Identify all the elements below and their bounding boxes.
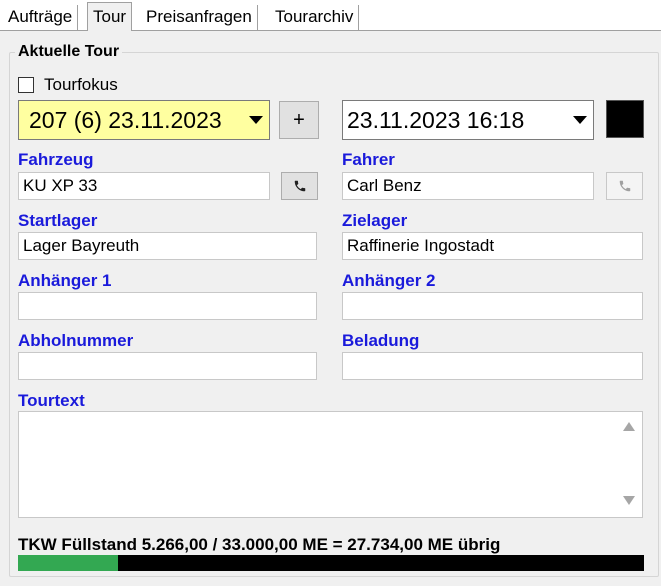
fahrzeug-label: Fahrzeug xyxy=(18,150,94,169)
group-title: Aktuelle Tour xyxy=(15,42,123,62)
fill-level-bar xyxy=(18,555,644,571)
startlager-label: Startlager xyxy=(18,211,98,230)
phone-icon xyxy=(294,180,305,192)
tab-auftraege[interactable]: Aufträge xyxy=(3,5,79,30)
call-fahrer-button[interactable] xyxy=(606,172,643,200)
vertical-scrollbar[interactable] xyxy=(616,412,642,517)
anhaenger1-label: Anhänger 1 xyxy=(18,271,112,290)
fill-level-bar-fill xyxy=(18,555,118,571)
add-tour-button[interactable]: + xyxy=(279,101,319,139)
tab-tour[interactable]: Tour xyxy=(87,2,133,31)
anhaenger2-label: Anhänger 2 xyxy=(342,271,436,290)
scroll-up-icon[interactable] xyxy=(623,422,635,431)
chevron-down-icon[interactable] xyxy=(243,101,269,139)
datetime-select-value: 23.11.2023 16:18 xyxy=(347,106,525,133)
anhaenger1-field[interactable] xyxy=(18,292,317,320)
tour-select[interactable]: 207 (6) 23.11.2023 xyxy=(18,100,270,140)
fahrer-field[interactable]: Carl Benz xyxy=(342,172,594,200)
tourfokus-checkbox[interactable] xyxy=(18,77,34,93)
startlager-field[interactable]: Lager Bayreuth xyxy=(18,232,317,260)
phone-icon xyxy=(619,180,630,192)
fahrer-label: Fahrer xyxy=(342,150,395,169)
tourtext-area[interactable] xyxy=(18,411,643,518)
color-swatch[interactable] xyxy=(606,100,644,138)
zielager-label: Zielager xyxy=(342,211,408,230)
datetime-select[interactable]: 23.11.2023 16:18 xyxy=(342,100,594,140)
beladung-label: Beladung xyxy=(342,331,420,350)
fahrzeug-field[interactable]: KU XP 33 xyxy=(18,172,270,200)
tourtext-label: Tourtext xyxy=(18,391,85,410)
fill-level-text: TKW Füllstand 5.266,00 / 33.000,00 ME = … xyxy=(18,535,501,554)
beladung-field[interactable] xyxy=(342,352,643,380)
abholnummer-label: Abholnummer xyxy=(18,331,134,350)
anhaenger2-field[interactable] xyxy=(342,292,643,320)
abholnummer-field[interactable] xyxy=(18,352,317,380)
zielager-field[interactable]: Raffinerie Ingostadt xyxy=(342,232,643,260)
tour-select-value: 207 (6) 23.11.2023 xyxy=(29,106,222,133)
tourfokus-label: Tourfokus xyxy=(44,75,118,94)
scroll-down-icon[interactable] xyxy=(623,496,635,505)
tab-preisanfragen[interactable]: Preisanfragen xyxy=(141,5,258,30)
call-fahrzeug-button[interactable] xyxy=(281,172,318,200)
tab-tourarchiv[interactable]: Tourarchiv xyxy=(270,5,360,30)
chevron-down-icon[interactable] xyxy=(567,101,593,139)
